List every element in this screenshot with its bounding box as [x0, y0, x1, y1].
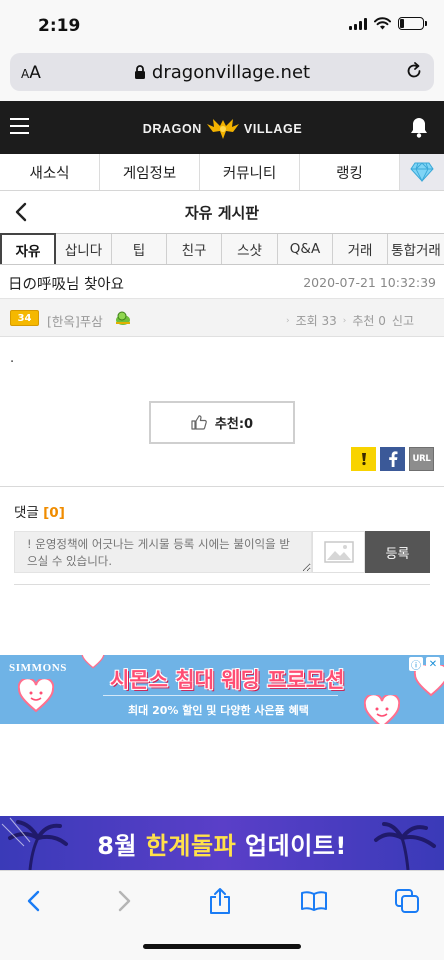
image-icon — [323, 541, 354, 563]
subtab-qna[interactable]: Q&A — [278, 234, 333, 264]
board-title-bar: 자유 게시판 — [0, 191, 444, 233]
view-count: 조회 33 — [295, 314, 337, 328]
chevron-left-icon — [27, 890, 40, 912]
site-header: DRAGON VILLAGE — [0, 101, 444, 154]
logo-word-right: VILLAGE — [243, 122, 303, 136]
browser-back-button[interactable] — [13, 885, 53, 917]
promo-highlight: 한계돌파 — [145, 832, 237, 860]
share-buttons: URL — [351, 447, 434, 471]
tabs-icon — [395, 889, 419, 913]
post-title: 日の呼吸님 찾아요 — [8, 277, 124, 293]
thumbs-up-icon — [191, 415, 207, 430]
post-author[interactable]: [한옥]푸삼 — [47, 311, 103, 330]
url-bar[interactable]: AA dragonvillage.net — [10, 53, 434, 91]
heart-icon — [364, 695, 400, 724]
subtab-integrated-trade[interactable]: 통합거래 — [388, 234, 444, 264]
post-body: . 추천:0 URL — [0, 337, 444, 487]
post-header: 日の呼吸님 찾아요 2020-07-21 10:32:39 — [0, 265, 444, 299]
chevron-right-icon — [118, 890, 131, 912]
lock-icon — [134, 65, 145, 79]
status-bar: 2:19 — [0, 0, 444, 48]
tabs-button[interactable] — [387, 885, 427, 917]
recommend-count: 추천 0 — [352, 314, 386, 328]
post-content: . — [10, 351, 15, 366]
tab-game-info[interactable]: 게임정보 — [100, 154, 200, 190]
share-icon — [210, 888, 230, 914]
ad-brand: SIMMONS — [9, 662, 67, 674]
reload-icon[interactable] — [404, 61, 424, 81]
post-stats: › 조회 33 › 추천 0 신고 — [285, 312, 414, 329]
ad-close-icon[interactable]: ✕ — [426, 657, 440, 671]
comments-count: [0] — [43, 505, 65, 521]
subtab-trade[interactable]: 거래 — [333, 234, 388, 264]
bell-icon[interactable] — [409, 116, 429, 138]
board-title: 자유 게시판 — [184, 204, 260, 222]
kakao-share-button[interactable] — [351, 447, 376, 471]
url-display[interactable]: dragonvillage.net — [10, 62, 434, 83]
bookmarks-button[interactable] — [294, 885, 334, 917]
cellular-signal-icon — [349, 17, 367, 30]
site-logo[interactable]: DRAGON VILLAGE — [140, 117, 305, 141]
heart-icon — [18, 679, 54, 713]
ad-subtext: 최대 20% 할인 및 다양한 사은품 혜택 — [128, 704, 309, 717]
board-category-tabs: 자유 삽니다 팁 친구 스샷 Q&A 거래 통합거래 — [0, 233, 444, 265]
ad-banner[interactable]: SIMMONS 시몬스 침대 웨딩 프로모션 최대 20% 할인 및 다양한 사… — [0, 655, 444, 724]
book-icon — [301, 891, 327, 911]
comments-label: 댓글 — [14, 505, 39, 521]
tab-news[interactable]: 새소식 — [0, 154, 100, 190]
status-time: 2:19 — [38, 16, 81, 36]
home-indicator[interactable] — [143, 944, 301, 949]
diamond-icon — [410, 162, 434, 182]
url-copy-button[interactable]: URL — [409, 447, 434, 471]
status-icons — [349, 17, 427, 30]
comment-input[interactable] — [14, 531, 312, 573]
ad-info-icon[interactable]: ⓘ — [409, 657, 423, 672]
main-tabs: 새소식 게임정보 커뮤니티 랭킹 — [0, 154, 444, 191]
kakao-icon — [361, 453, 366, 466]
battery-icon — [398, 17, 427, 30]
post-meta: 34 [한옥]푸삼 › 조회 33 › 추천 0 신고 — [0, 299, 444, 337]
promo-month: 8월 — [97, 832, 137, 860]
subtab-buy[interactable]: 삽니다 — [56, 234, 112, 264]
ad-divider — [103, 695, 338, 696]
wifi-icon — [374, 17, 391, 30]
post-date: 2020-07-21 10:32:39 — [303, 275, 436, 290]
subtab-screenshot[interactable]: 스샷 — [222, 234, 278, 264]
comments-heading: 댓글 [0] — [14, 501, 65, 521]
comment-submit-button[interactable]: 등록 — [365, 531, 430, 573]
ad-controls: ⓘ ✕ — [409, 657, 440, 672]
dragon-emblem-icon — [206, 119, 239, 139]
subtab-tip[interactable]: 팁 — [112, 234, 167, 264]
ad-headline: 시몬스 침대 웨딩 프로모션 — [110, 668, 345, 692]
tab-ranking[interactable]: 랭킹 — [300, 154, 400, 190]
user-level-badge: 34 — [10, 310, 39, 326]
tab-community[interactable]: 커뮤니티 — [200, 154, 300, 190]
menu-icon[interactable] — [10, 118, 29, 134]
logo-word-left: DRAGON — [142, 122, 202, 136]
guild-icon — [116, 311, 130, 325]
subtab-free[interactable]: 자유 — [0, 233, 56, 264]
promo-suffix: 업데이트! — [245, 832, 347, 860]
facebook-icon — [388, 451, 397, 467]
heart-icon — [81, 655, 105, 669]
tab-gem[interactable] — [400, 154, 444, 190]
browser-forward-button[interactable] — [105, 885, 145, 917]
recommend-button[interactable]: 추천:0 — [149, 401, 295, 444]
share-button[interactable] — [200, 885, 240, 917]
subtab-friend[interactable]: 친구 — [167, 234, 222, 264]
browser-url-area: AA dragonvillage.net — [0, 48, 444, 101]
comments-section: 댓글 [0] 등록 — [0, 487, 444, 597]
promo-text: 8월 한계돌파 업데이트! — [0, 826, 444, 861]
recommend-button-label: 추천:0 — [214, 417, 254, 432]
url-text: dragonvillage.net — [151, 62, 311, 83]
promo-banner[interactable]: 8월 한계돌파 업데이트! — [0, 816, 444, 870]
report-link[interactable]: 신고 — [392, 312, 414, 329]
facebook-share-button[interactable] — [380, 447, 405, 471]
divider — [14, 584, 430, 585]
attach-image-button[interactable] — [312, 531, 365, 573]
